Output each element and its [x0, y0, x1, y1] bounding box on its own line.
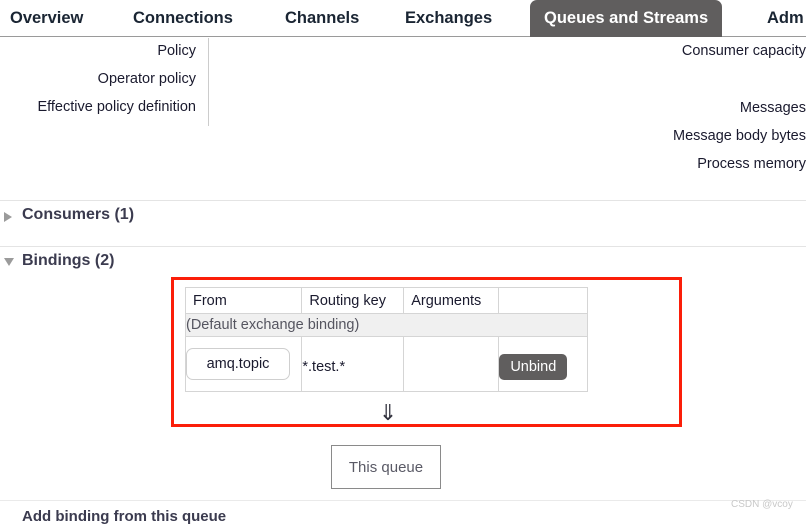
binding-action-cell: Unbind	[498, 336, 588, 392]
watermark-text: CSDN @vcoy	[731, 499, 793, 510]
nav-tab-channels[interactable]: Channels	[285, 0, 359, 37]
column-header-routing-key[interactable]: Routing key	[301, 287, 405, 314]
section-header-bindings[interactable]: Bindings (2)	[0, 246, 806, 276]
label-process-memory: Process memory	[697, 156, 806, 172]
column-header-actions	[498, 287, 588, 314]
exchange-link-amq-topic[interactable]: amq.topic	[186, 348, 290, 380]
queue-details-left-labels: Policy Operator policy Effective policy …	[0, 37, 196, 121]
section-label-consumers: Consumers (1)	[22, 206, 135, 223]
label-policy: Policy	[157, 43, 196, 59]
default-exchange-binding-label: (Default exchange binding)	[185, 313, 588, 337]
table-header-row: From Routing key Arguments	[184, 287, 588, 314]
binding-routing-key-cell: *.test.*	[301, 336, 405, 392]
label-operator-policy: Operator policy	[97, 71, 196, 87]
nav-tab-overview[interactable]: Overview	[10, 0, 83, 37]
bindings-table: From Routing key Arguments (Default exch…	[184, 287, 588, 392]
table-row-default-binding: (Default exchange binding)	[185, 313, 588, 337]
nav-tab-connections[interactable]: Connections	[133, 0, 233, 37]
label-message-body-bytes: Message body bytes	[673, 128, 806, 144]
unbind-button[interactable]: Unbind	[499, 354, 568, 380]
column-header-arguments[interactable]: Arguments	[403, 287, 500, 314]
details-vertical-divider	[208, 38, 209, 126]
section-label-bindings: Bindings (2)	[22, 252, 115, 269]
label-effective-policy-definition: Effective policy definition	[37, 99, 196, 115]
queue-details-right-labels: Consumer capacity Messages Message body …	[560, 37, 806, 178]
table-row: amq.topic *.test.* Unbind	[184, 336, 588, 392]
label-messages: Messages	[739, 100, 806, 116]
add-binding-link[interactable]: Add binding from this queue	[22, 508, 226, 525]
label-consumer-capacity: Consumer capacity	[681, 43, 806, 59]
main-navigation-bar: Overview Connections Channels Exchanges …	[0, 0, 806, 37]
this-queue-box: This queue	[331, 445, 441, 489]
nav-tab-exchanges[interactable]: Exchanges	[405, 0, 492, 37]
chevron-right-icon	[4, 212, 12, 222]
section-header-consumers[interactable]: Consumers (1)	[0, 200, 806, 230]
binding-from-cell: amq.topic	[184, 336, 303, 392]
nav-tab-queues-and-streams[interactable]: Queues and Streams	[530, 0, 723, 37]
label-spacer	[560, 65, 806, 94]
column-header-from[interactable]: From	[184, 287, 303, 314]
bottom-divider	[0, 500, 806, 501]
chevron-down-icon	[4, 258, 14, 266]
binding-arguments-cell	[403, 336, 500, 392]
nav-tab-admin[interactable]: Adm	[767, 0, 804, 37]
down-arrow-icon: ⇓	[378, 400, 398, 425]
